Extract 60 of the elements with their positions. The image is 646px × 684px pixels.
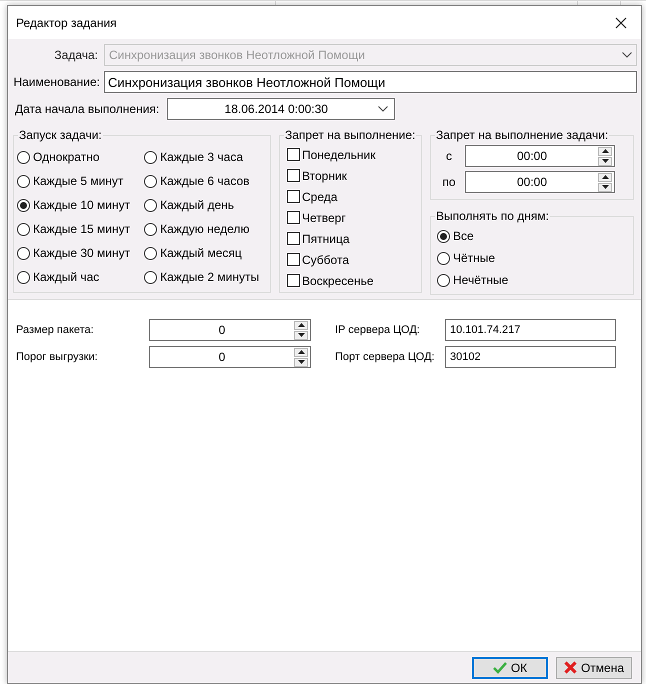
checkbox-option[interactable]: Понедельник <box>287 144 421 165</box>
ok-button[interactable]: ОК <box>472 656 548 678</box>
field-label: Дата начала выполнения: <box>14 101 160 118</box>
spin-field[interactable]: 0 <box>149 346 311 368</box>
checkmark-icon <box>492 662 507 674</box>
checkbox-option[interactable]: Вторник <box>287 165 421 186</box>
radio-option[interactable]: Каждые 30 минут <box>17 241 130 265</box>
spin-field[interactable]: 00:00 <box>465 145 615 167</box>
checkbox[interactable] <box>287 232 300 245</box>
name-input[interactable]: Синхронизация звонков Неотложной Помощи <box>104 71 637 93</box>
text-input[interactable]: 30102 <box>445 346 616 368</box>
radio-option[interactable]: Чётные <box>437 246 496 270</box>
checkbox[interactable] <box>287 211 300 224</box>
field-label: IP сервера ЦОД: <box>335 322 421 338</box>
chevron-down-icon <box>378 106 388 112</box>
spin-buttons[interactable] <box>294 320 308 340</box>
close-icon <box>564 661 577 674</box>
radio-option[interactable]: Каждые 15 минут <box>17 217 130 241</box>
checkbox[interactable] <box>287 169 300 182</box>
spin-field[interactable]: 00:00 <box>465 171 615 193</box>
field-label: Задача: <box>53 47 98 64</box>
checkbox[interactable] <box>287 274 300 287</box>
spin-buttons[interactable] <box>598 172 612 192</box>
field-label: Порог выгрузки: <box>16 350 99 365</box>
checkbox[interactable] <box>287 253 300 266</box>
checkbox[interactable] <box>287 148 300 161</box>
checkbox-option[interactable]: Воскресенье <box>287 270 421 291</box>
radio-option[interactable]: Каждые 6 часов <box>144 169 260 193</box>
chevron-down-icon <box>622 52 632 58</box>
window-title: Редактор задания <box>16 14 117 32</box>
radio-option[interactable]: Каждую неделю <box>144 217 260 241</box>
radio-option[interactable]: Каждые 3 часа <box>144 145 260 169</box>
checkbox-option[interactable]: Суббота <box>287 249 421 270</box>
date-picker[interactable]: 18.06.2014 0:00:30 <box>167 98 396 120</box>
radio-circle[interactable] <box>17 198 30 212</box>
field-label: с <box>445 148 453 165</box>
checkbox-option[interactable]: Пятница <box>287 228 421 249</box>
field-label: Порт сервера ЦОД: <box>335 350 436 365</box>
radio-option[interactable]: Каждый час <box>17 265 130 289</box>
radio-option[interactable]: Каждые 2 минуты <box>144 265 260 289</box>
spin-buttons[interactable] <box>598 146 612 166</box>
radio-option[interactable]: Все <box>437 224 474 248</box>
spin-field[interactable]: 0 <box>149 319 311 341</box>
field-label: Наименование: <box>12 74 100 91</box>
checkbox[interactable] <box>287 190 300 203</box>
cancel-button[interactable]: Отмена <box>556 656 632 678</box>
radio-option[interactable]: Нечётные <box>437 268 508 292</box>
radio-option[interactable]: Однократно <box>17 145 130 169</box>
text-input[interactable]: 10.101.74.217 <box>445 319 616 341</box>
radio-option[interactable]: Каждый месяц <box>144 241 260 265</box>
radio-option[interactable]: Каждый день <box>144 193 260 217</box>
field-label: Размер пакета: <box>16 322 95 338</box>
radio-option[interactable]: Каждые 5 минут <box>17 169 130 193</box>
checkbox-option[interactable]: Среда <box>287 186 421 207</box>
spin-buttons[interactable] <box>294 348 308 366</box>
radio-option[interactable]: Каждые 10 минут <box>17 193 130 217</box>
checkbox-option[interactable]: Четверг <box>287 207 421 228</box>
radio-circle[interactable] <box>437 230 450 243</box>
field-label: по <box>441 174 457 191</box>
close-icon <box>615 16 627 28</box>
